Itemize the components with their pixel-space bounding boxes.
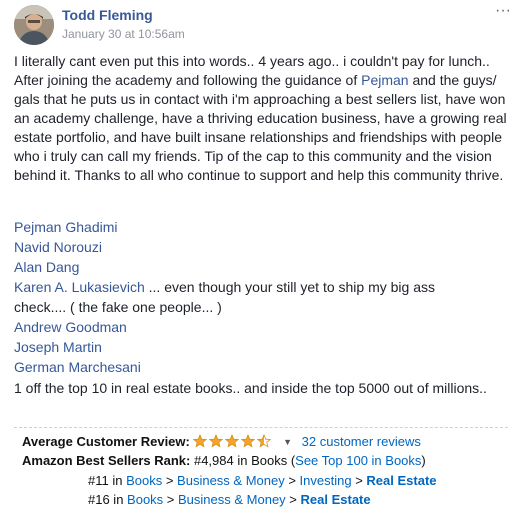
mention-link[interactable]: Pejman Ghadimi <box>14 219 118 235</box>
mention-comment: ... even though your still yet to ship m… <box>144 279 436 295</box>
category-final-link[interactable]: Real Estate <box>366 473 436 488</box>
mention-list: Pejman Ghadimi Navid Norouzi Alan Dang K… <box>14 217 508 377</box>
category-link[interactable]: Books <box>127 492 163 507</box>
mention-link[interactable]: German Marchesani <box>14 359 141 375</box>
mention-link[interactable]: Alan Dang <box>14 259 79 275</box>
bsr-label: Amazon Best Sellers Rank: <box>22 453 191 468</box>
category-link[interactable]: Investing <box>300 473 352 488</box>
more-options-icon[interactable]: ··· <box>492 3 514 21</box>
rank-number: #11 in <box>88 473 127 488</box>
mention-link[interactable]: Joseph Martin <box>14 339 102 355</box>
mention-link[interactable]: Navid Norouzi <box>14 239 102 255</box>
mention-line: Joseph Martin <box>14 337 508 357</box>
mention-link[interactable]: Andrew Goodman <box>14 319 127 335</box>
breadcrumb-separator: > <box>284 473 300 488</box>
mention-line: check.... ( the fake one people... ) <box>14 297 508 317</box>
mention-line: Alan Dang <box>14 257 508 277</box>
category-link[interactable]: Business & Money <box>178 492 286 507</box>
post-timestamp[interactable]: January 30 at 10:56am <box>62 27 185 41</box>
category-rank-row: #16 in Books > Business & Money > Real E… <box>88 492 371 507</box>
review-label: Average Customer Review: <box>22 434 190 449</box>
mention-link[interactable]: Pejman <box>361 72 408 88</box>
author-name[interactable]: Todd Fleming <box>62 7 153 23</box>
bsr-line: Amazon Best Sellers Rank: #4,984 in Book… <box>22 453 426 468</box>
top100-link[interactable]: See Top 100 in Books <box>295 453 421 468</box>
facebook-post: Todd Fleming January 30 at 10:56am ··· I… <box>0 0 522 531</box>
chevron-down-icon[interactable]: ▼ <box>283 437 292 447</box>
breadcrumb-separator: > <box>285 492 301 507</box>
breadcrumb-separator: > <box>163 492 179 507</box>
mention-line: Andrew Goodman <box>14 317 508 337</box>
post-body-text-2: and the guys/ gals that he puts us in co… <box>14 72 507 183</box>
amazon-screenshot: Average Customer Review: ▼ 32 customer r… <box>14 427 508 528</box>
bsr-close: ) <box>421 453 426 468</box>
category-final-link[interactable]: Real Estate <box>301 492 371 507</box>
breadcrumb-separator: > <box>351 473 367 488</box>
post-header: Todd Fleming January 30 at 10:56am ··· <box>14 3 511 45</box>
post-closing-text: 1 off the top 10 in real estate books.. … <box>14 380 487 396</box>
review-line: Average Customer Review: ▼ 32 customer r… <box>22 434 421 449</box>
mention-line: Pejman Ghadimi <box>14 217 508 237</box>
category-rank-row: #11 in Books > Business & Money > Invest… <box>88 473 437 488</box>
mention-comment: check.... ( the fake one people... ) <box>14 299 222 315</box>
mention-line: German Marchesani <box>14 357 508 377</box>
mention-line: Karen A. Lukasievich ... even though you… <box>14 277 508 297</box>
post-body: I literally cant even put this into word… <box>14 52 508 185</box>
mention-link[interactable]: Karen A. Lukasievich <box>14 279 145 295</box>
mention-line: Navid Norouzi <box>14 237 508 257</box>
rating-stars-icon[interactable] <box>193 434 273 448</box>
rank-number: #16 in <box>88 492 128 507</box>
breadcrumb-separator: > <box>162 473 178 488</box>
reviews-count-link[interactable]: 32 customer reviews <box>302 434 421 449</box>
bsr-value: #4,984 in Books ( <box>193 453 296 468</box>
category-link[interactable]: Books <box>126 473 162 488</box>
author-avatar[interactable] <box>14 5 54 45</box>
category-link[interactable]: Business & Money <box>177 473 285 488</box>
